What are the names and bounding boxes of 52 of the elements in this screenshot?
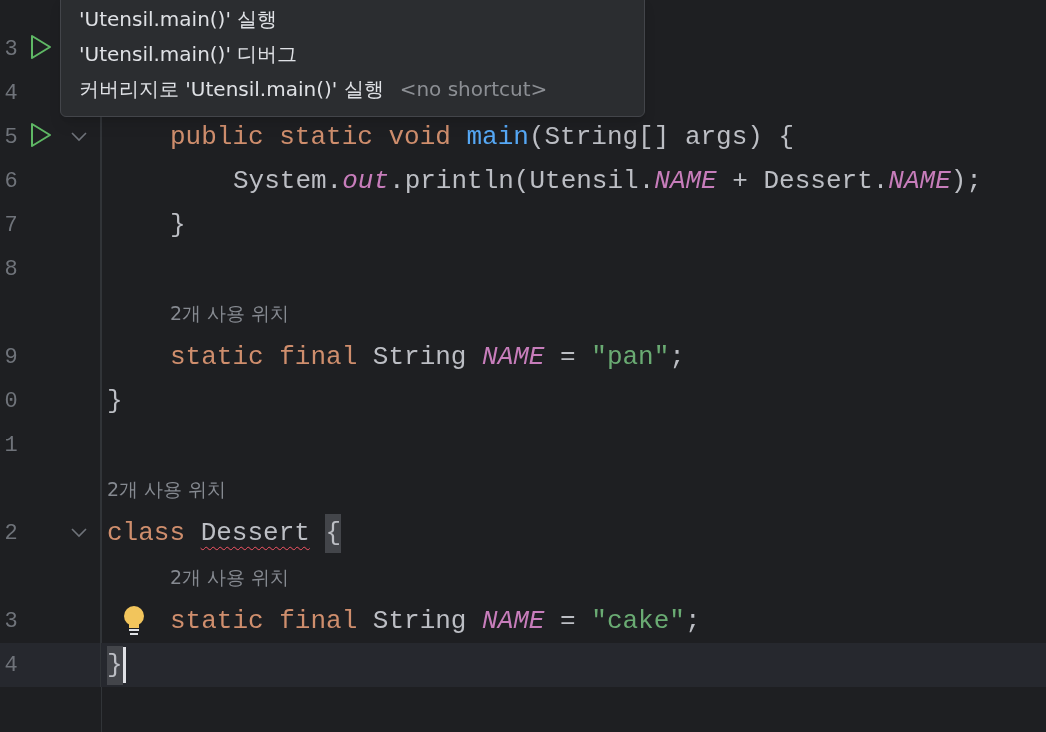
code-token: } bbox=[107, 645, 123, 685]
code-token: = bbox=[559, 604, 577, 638]
usage-hint[interactable]: 2개 사용 위치 bbox=[170, 298, 290, 328]
line-number: 8 bbox=[4, 256, 18, 282]
code-token: System. bbox=[233, 164, 343, 198]
line-number: 4 bbox=[4, 80, 18, 106]
run-icon[interactable] bbox=[28, 122, 53, 148]
text-cursor bbox=[122, 647, 126, 683]
code-token: ); bbox=[950, 164, 982, 198]
code-token: out bbox=[342, 164, 390, 198]
line-number: 1 bbox=[4, 432, 18, 458]
code-token: + Dessert. bbox=[731, 164, 889, 198]
code-token: .println(Utensil. bbox=[389, 164, 655, 198]
run-icon[interactable] bbox=[28, 34, 53, 60]
line-number: 0 bbox=[4, 388, 18, 414]
lightbulb-icon[interactable] bbox=[122, 605, 146, 637]
code-token: "pan" bbox=[591, 340, 670, 374]
code-token: } bbox=[170, 208, 186, 242]
code-token: Dessert bbox=[200, 516, 310, 550]
code-token: public static void bbox=[170, 120, 452, 154]
usage-hint[interactable]: 2개 사용 위치 bbox=[170, 562, 290, 592]
popup-menu-item[interactable]: 'Utensil.main()' 실행 bbox=[79, 1, 626, 36]
code-token: ; bbox=[669, 340, 685, 374]
code-token: main bbox=[466, 120, 529, 154]
code-token: NAME bbox=[482, 340, 545, 374]
code-token: static final bbox=[170, 604, 359, 638]
line-number: 9 bbox=[4, 344, 18, 370]
code-token: "cake" bbox=[591, 604, 685, 638]
code-token: NAME bbox=[888, 164, 951, 198]
code-token: NAME bbox=[654, 164, 717, 198]
code-token: (String[] args) { bbox=[528, 120, 795, 154]
line-number: 7 bbox=[4, 212, 18, 238]
line-number: 3 bbox=[4, 36, 18, 62]
code-token: class bbox=[107, 516, 186, 550]
usage-hint[interactable]: 2개 사용 위치 bbox=[107, 474, 227, 504]
code-token: { bbox=[325, 513, 342, 553]
popup-menu-item[interactable]: 커버리지로 'Utensil.main()' 실행 <no shortcut> bbox=[79, 71, 626, 106]
fold-chevron-icon[interactable] bbox=[70, 132, 87, 142]
code-token: NAME bbox=[482, 604, 545, 638]
line-number: 4 bbox=[4, 652, 18, 678]
line-number: 3 bbox=[4, 608, 18, 634]
code-token: ; bbox=[684, 604, 701, 638]
code-token: String bbox=[372, 604, 468, 638]
fold-chevron-icon[interactable] bbox=[70, 528, 87, 538]
code-token: String bbox=[372, 340, 468, 374]
line-number: 5 bbox=[4, 124, 18, 150]
line-number: 6 bbox=[4, 168, 18, 194]
code-token: static final bbox=[170, 340, 359, 374]
popup-menu-item[interactable]: 'Utensil.main()' 디버그 bbox=[79, 36, 626, 71]
code-token: = bbox=[559, 340, 577, 374]
code-token: } bbox=[107, 384, 123, 418]
line-number: 2 bbox=[4, 520, 18, 546]
